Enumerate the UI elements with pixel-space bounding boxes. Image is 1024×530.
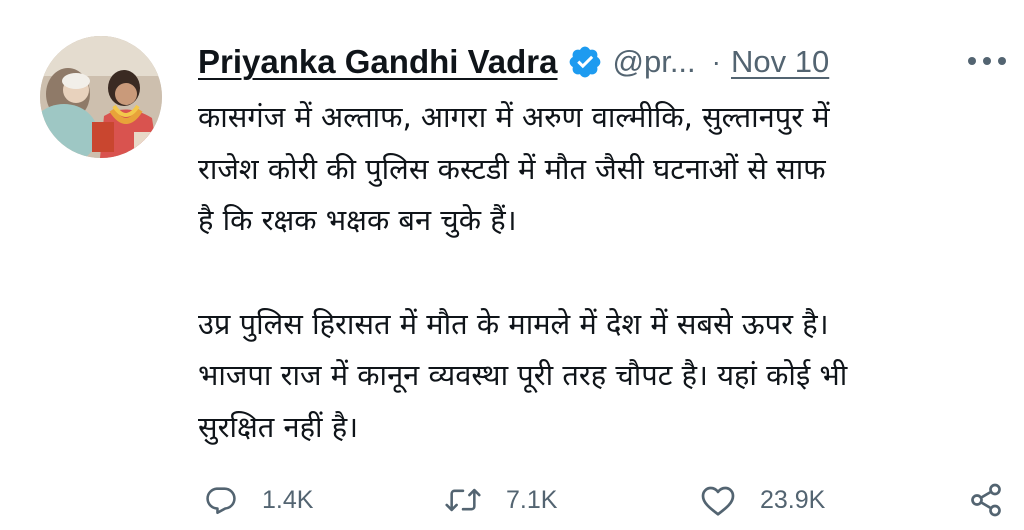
tweet-actions-bar: 1.4K 7.1K 23.9K bbox=[196, 476, 1016, 524]
retweet-icon bbox=[444, 483, 482, 517]
share-icon bbox=[968, 482, 1004, 518]
tweet-text-line: सुरक्षित नहीं है। bbox=[198, 409, 359, 444]
tweet-header: Priyanka Gandhi Vadra @pr... · Nov 10 bbox=[198, 36, 829, 88]
more-horizontal-icon[interactable] bbox=[962, 48, 1012, 74]
tweet-date-link[interactable]: Nov 10 bbox=[731, 44, 829, 80]
share-button[interactable] bbox=[968, 476, 1004, 524]
retweet-button[interactable]: 7.1K bbox=[444, 476, 557, 524]
author-handle[interactable]: @pr... bbox=[613, 44, 696, 80]
header-separator: · bbox=[711, 46, 721, 77]
reply-button[interactable]: 1.4K bbox=[204, 476, 313, 524]
tweet-text-line: कासगंज में अल्ताफ, आगरा में अरुण वाल्मीक… bbox=[198, 100, 830, 134]
reply-icon bbox=[204, 483, 238, 517]
tweet-text-line: भाजपा राज में कानून व्यवस्था पूरी तरह चौ… bbox=[198, 358, 848, 392]
retweet-count: 7.1K bbox=[506, 485, 558, 514]
tweet-text-line: है कि रक्षक भक्षक बन चुके हैं। bbox=[198, 203, 517, 237]
like-count: 23.9K bbox=[760, 485, 826, 514]
avatar[interactable] bbox=[40, 36, 162, 158]
verified-badge-icon bbox=[567, 44, 603, 80]
tweet-paragraph: कासगंज में अल्ताफ, आगरा में अरुण वाल्मीक… bbox=[198, 92, 1008, 247]
tweet-card[interactable]: Priyanka Gandhi Vadra @pr... · Nov 10 का… bbox=[0, 0, 1024, 530]
author-display-name[interactable]: Priyanka Gandhi Vadra bbox=[198, 43, 558, 81]
tweet-text: कासगंज में अल्ताफ, आगरा में अरुण वाल्मीक… bbox=[198, 92, 1008, 453]
tweet-text-line: राजेश कोरी की पुलिस कस्टडी में मौत जैसी … bbox=[198, 151, 826, 186]
avatar-photo bbox=[40, 36, 162, 158]
tweet-paragraph: उप्र पुलिस हिरासत में मौत के मामले में द… bbox=[198, 299, 1008, 454]
like-button[interactable]: 23.9K bbox=[700, 476, 825, 524]
reply-count: 1.4K bbox=[262, 485, 314, 514]
tweet-text-line: उप्र पुलिस हिरासत में मौत के मामले में द… bbox=[198, 306, 829, 341]
heart-icon bbox=[700, 483, 736, 517]
